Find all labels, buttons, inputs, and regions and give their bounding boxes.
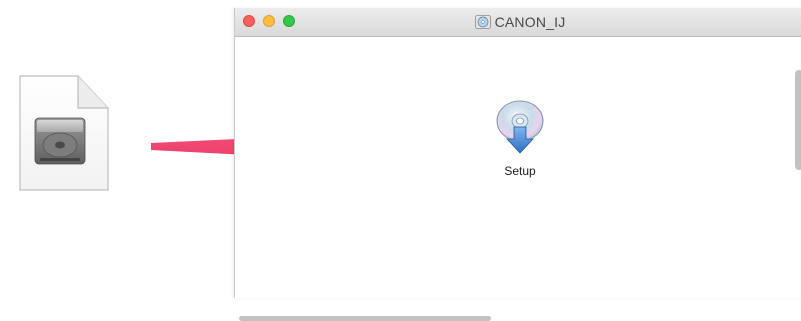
- window-titlebar[interactable]: CANON_IJ: [235, 8, 801, 37]
- setup-installer-icon: [496, 100, 544, 154]
- window-title-group: CANON_IJ: [235, 8, 801, 36]
- window-title: CANON_IJ: [494, 14, 566, 30]
- window-content-area[interactable]: Setup: [235, 37, 801, 321]
- setup-file-label: Setup: [504, 164, 536, 178]
- horizontal-scrollbar[interactable]: [239, 316, 491, 321]
- vertical-scrollbar[interactable]: [795, 70, 801, 170]
- disk-image-file-icon[interactable]: [18, 74, 110, 192]
- finder-window: CANON_IJ Setup: [234, 8, 801, 321]
- disc-image-icon: [474, 15, 491, 29]
- setup-file-item[interactable]: Setup: [490, 97, 550, 187]
